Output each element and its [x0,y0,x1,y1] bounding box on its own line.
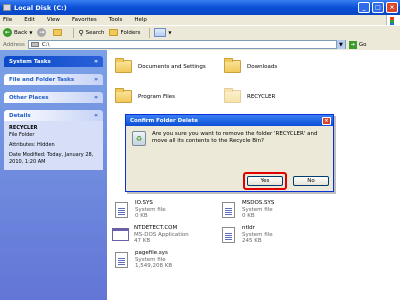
menu-view[interactable]: View [47,17,60,23]
folder-downloads[interactable]: Downloads [224,58,278,73]
application-icon [112,228,129,242]
go-button[interactable]: ➜ Go [348,40,367,49]
chevron-up-icon[interactable]: « [94,112,98,119]
folder-icon [224,58,241,73]
views-button[interactable]: ▼ [154,28,171,37]
file-name: MSDOS.SYS [242,200,275,206]
file-size: 0 KB [135,213,148,219]
drive-icon [3,4,11,11]
file-io-sys[interactable]: IO.SYS System file 0 KB [115,200,166,220]
other-places-header[interactable]: Other Places » [4,92,103,103]
details-panel: RECYCLER File Folder Attributes: Hidden … [4,121,103,170]
task-pane: System Tasks » File and Folder Tasks » O… [0,50,107,300]
search-button[interactable]: ⚲ Search [78,29,104,37]
menu-bar: File Edit View Favorites Tools Help [0,15,400,29]
window-title: Local Disk (C:) [14,3,67,12]
system-file-icon [115,251,128,268]
file-size: 0 KB [242,213,255,219]
forward-arrow-icon: → [37,28,47,37]
folder-up-icon [53,29,63,36]
file-ntldr[interactable]: ntldr System file 245 KB [222,225,273,245]
search-label: Search [85,29,105,36]
folders-button[interactable]: Folders [109,29,140,36]
dialog-buttons: Yes No [247,176,339,186]
back-arrow-icon: ← [3,28,12,37]
details-name: RECYCLER [9,125,38,131]
toolbar-separator [73,27,75,38]
yes-button[interactable]: Yes [247,176,283,186]
file-size: 1,549,208 KB [135,263,173,269]
toolbar-separator [149,27,151,38]
folders-icon [109,29,119,36]
go-arrow-icon: ➜ [348,40,357,49]
folder-label: Downloads [247,63,278,70]
details-modified: Date Modified: Today, January 28, 2010, … [9,152,94,165]
forward-button[interactable]: → [37,28,48,37]
window-titlebar: Local Disk (C:) _ □ × [0,0,400,15]
folder-recycler[interactable]: RECYCLER [224,88,276,103]
details-attributes: Attributes: Hidden [9,142,55,148]
folders-label: Folders [120,29,141,36]
system-tasks-label: System Tasks [9,58,51,65]
file-folder-tasks-header[interactable]: File and Folder Tasks » [4,74,103,85]
folder-label: Program Files [138,93,176,100]
menu-file[interactable]: File [3,17,12,23]
dialog-body: ♻ Are you sure you want to remove the fo… [126,126,333,151]
views-icon [154,28,167,37]
dialog-close-button[interactable]: × [322,116,331,125]
chevron-down-icon[interactable]: » [94,94,98,101]
address-label: Address [3,41,25,48]
file-pagefile-sys[interactable]: pagefile.sys System file 1,549,208 KB [115,250,172,270]
folder-label: Documents and Settings [138,63,206,70]
back-label: Back [14,29,28,36]
folder-icon [115,88,132,103]
menu-help[interactable]: Help [134,17,147,23]
folder-program-files[interactable]: Program Files [115,88,176,103]
menu-edit[interactable]: Edit [24,17,35,23]
file-size: 245 KB [242,238,262,244]
file-folder-tasks-label: File and Folder Tasks [9,76,75,83]
chevron-down-icon[interactable]: ▼ [335,40,345,49]
recycle-bin-icon: ♻ [132,131,146,146]
search-icon: ⚲ [78,28,84,37]
chevron-down-icon[interactable]: » [94,76,98,83]
details-type: File Folder [9,132,35,138]
back-button[interactable]: ← Back ▼ [3,28,32,37]
system-file-icon [115,201,128,218]
address-input[interactable]: C:\ ▼ [27,40,346,49]
dialog-message: Are you sure you want to remove the fold… [152,131,318,144]
file-size: 47 KB [134,238,151,244]
details-header[interactable]: Details « [4,110,103,121]
folder-icon [115,58,132,73]
confirm-folder-delete-dialog: Confirm Folder Delete × ♻ Are you sure y… [125,114,334,192]
menu-favorites[interactable]: Favorites [72,17,97,23]
drive-icon [30,42,39,47]
file-msdos-sys[interactable]: MSDOS.SYS System file 0 KB [222,200,274,220]
up-button[interactable] [53,29,64,36]
file-ntdetect-com[interactable]: NTDETECT.COM MS-DOS Application 47 KB [112,225,189,245]
other-places-label: Other Places [9,94,49,101]
folder-documents-and-settings[interactable]: Documents and Settings [115,58,206,73]
close-button[interactable]: × [386,2,398,13]
folder-icon [224,88,241,103]
menu-tools[interactable]: Tools [109,17,123,23]
dialog-titlebar: Confirm Folder Delete × [126,115,333,126]
address-bar: Address C:\ ▼ ➜ Go [0,39,400,50]
dialog-title: Confirm Folder Delete [130,117,198,124]
address-value: C:\ [41,41,50,48]
maximize-button[interactable]: □ [372,2,384,13]
windows-logo-icon [386,15,400,29]
toolbar: ← Back ▼ → ⚲ Search Folders ▼ [0,25,400,39]
system-file-icon [222,201,235,218]
go-label: Go [358,41,367,48]
details-label: Details [9,112,31,119]
folder-label: RECYCLER [247,93,276,100]
chevron-down-icon[interactable]: » [94,58,98,65]
system-tasks-header[interactable]: System Tasks » [4,56,103,67]
system-file-icon [222,226,235,243]
no-button[interactable]: No [293,176,329,186]
minimize-button[interactable]: _ [358,2,370,13]
file-name: pagefile.sys [135,250,168,256]
